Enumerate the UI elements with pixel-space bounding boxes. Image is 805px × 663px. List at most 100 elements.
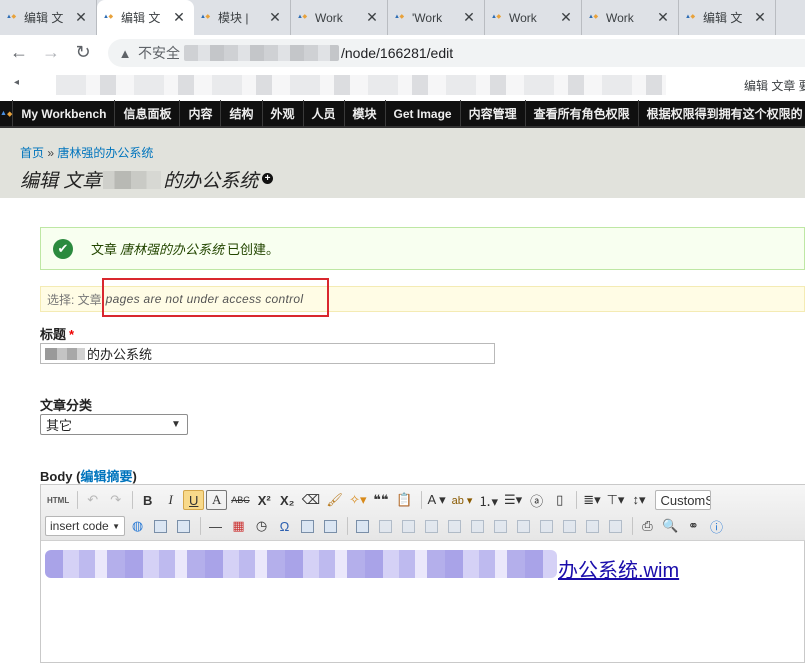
subscript-button[interactable]: X₂	[277, 490, 298, 510]
browser-tab[interactable]: ▲◆ 模块 | ✕	[194, 0, 291, 35]
admin-menu-permission-users[interactable]: 根据权限得到拥有这个权限的	[639, 100, 805, 127]
ordered-list-icon[interactable]: ⒈▾	[476, 490, 500, 510]
font-color-button[interactable]: A ▾	[426, 490, 448, 510]
rich-text-editor: HTML ↶ ↷ B I U A ABC X² X₂ ⌫ 🖌 ✧▾ ❝❝ 📋 A…	[40, 484, 805, 663]
toolbar-separator	[132, 491, 134, 509]
image-icon[interactable]	[297, 516, 318, 536]
table-split-icon[interactable]	[513, 516, 534, 536]
browser-tab[interactable]: ▲◆ 编辑 文 ✕	[679, 0, 776, 35]
back-arrow-icon[interactable]: ←	[6, 39, 32, 65]
vertical-align-icon[interactable]: ⊤▾	[605, 490, 627, 510]
close-tab-icon[interactable]: ✕	[74, 9, 88, 26]
paste-icon[interactable]: 📋	[394, 490, 415, 510]
strikethrough-button[interactable]: ABC	[229, 490, 252, 510]
align-icon[interactable]: ≣▾	[581, 490, 602, 510]
media-icon[interactable]	[150, 516, 171, 536]
underline-button[interactable]: U	[183, 490, 205, 510]
admin-menu-get-image[interactable]: Get Image	[386, 100, 461, 127]
redacted-title-part	[103, 170, 162, 189]
format-brush-icon[interactable]: 🖌	[324, 490, 345, 510]
eraser-icon[interactable]: ⌫	[300, 490, 322, 510]
binoculars-icon[interactable]: ⚭	[683, 516, 704, 536]
content-link[interactable]: 办公系统.wim	[558, 554, 679, 583]
browser-tab[interactable]: ▲◆ 编辑 文 ✕	[0, 0, 97, 35]
image-gallery-icon[interactable]	[320, 516, 341, 536]
table-merge-icon[interactable]	[490, 516, 511, 536]
edit-summary-link[interactable]: 编辑摘要	[80, 469, 132, 484]
warning-triangle-icon[interactable]: ▲	[118, 46, 132, 61]
table-icon[interactable]	[352, 516, 373, 536]
format-style-combo[interactable]: CustomSt	[655, 490, 712, 510]
table-delete-col-icon[interactable]	[467, 516, 488, 536]
bookmark-item[interactable]: 编辑 文章 要	[744, 77, 805, 94]
source-html-button[interactable]: HTML	[45, 490, 71, 510]
table-border-icon[interactable]	[559, 516, 580, 536]
horizontal-rule-icon[interactable]: —	[205, 516, 226, 536]
status-node-link[interactable]: 唐林强的办公系统	[120, 239, 224, 258]
italic-button[interactable]: I	[160, 490, 181, 510]
print-icon[interactable]: ⎙	[637, 516, 658, 536]
browser-tab-active[interactable]: ▲◆ 编辑 文 ✕	[97, 0, 194, 35]
admin-menu-appearance[interactable]: 外观	[263, 100, 304, 127]
admin-menu-role-permissions[interactable]: 查看所有角色权限	[526, 100, 639, 127]
insert-code-combo[interactable]: insert code ▼	[45, 516, 125, 536]
table-props-icon[interactable]	[536, 516, 557, 536]
admin-menu-workbench[interactable]: My Workbench	[13, 100, 116, 127]
close-tab-icon[interactable]: ✕	[268, 9, 282, 26]
page-icon[interactable]	[605, 516, 626, 536]
superscript-button[interactable]: X²	[254, 490, 275, 510]
blockquote-button[interactable]: ❝❝	[371, 490, 392, 510]
address-bar[interactable]: ▲ 不安全 /node/166281/edit	[108, 39, 805, 67]
close-tab-icon[interactable]: ✕	[656, 9, 670, 26]
table-insert-row-icon[interactable]	[421, 516, 442, 536]
browser-tabstrip: ▲◆ 编辑 文 ✕ ▲◆ 编辑 文 ✕ ▲◆ 模块 | ✕ ▲◆ Work ✕ ▲◆ 'Work ✕…	[0, 0, 805, 35]
close-tab-icon[interactable]: ✕	[365, 9, 379, 26]
admin-menu-structure[interactable]: 结构	[221, 100, 263, 127]
admin-menu-people[interactable]: 人员	[304, 100, 345, 127]
calendar-icon[interactable]: ▦	[228, 516, 249, 536]
anchor-icon[interactable]: ⓐ	[526, 490, 547, 510]
unordered-list-icon[interactable]: ☰▾	[502, 490, 524, 510]
add-shortcut-icon[interactable]: +	[262, 173, 273, 184]
search-icon[interactable]: 🔍	[660, 516, 681, 536]
title-input[interactable]: 的办公系统	[40, 343, 495, 364]
globe-icon[interactable]: ◍	[127, 516, 148, 536]
close-tab-icon[interactable]: ✕	[753, 9, 767, 26]
close-tab-icon[interactable]: ✕	[559, 9, 573, 26]
admin-menu-dashboard[interactable]: 信息面板	[115, 100, 181, 127]
help-icon[interactable]: ⓘ	[706, 516, 727, 536]
reload-icon[interactable]: ↻	[70, 39, 96, 65]
magic-wand-icon[interactable]: ✧▾	[347, 490, 368, 510]
breadcrumb-home-link[interactable]: 首页	[20, 146, 44, 160]
text-box-button[interactable]: A	[206, 490, 228, 510]
close-tab-icon[interactable]: ✕	[172, 9, 186, 26]
forward-arrow-icon[interactable]: →	[38, 39, 64, 65]
browser-tab[interactable]: ▲◆ Work ✕	[485, 0, 582, 35]
clock-icon[interactable]: ◷	[251, 516, 272, 536]
admin-menu-modules[interactable]: 模块	[345, 100, 386, 127]
table-insert-col-icon[interactable]	[444, 516, 465, 536]
editor-toolbar: HTML ↶ ↷ B I U A ABC X² X₂ ⌫ 🖌 ✧▾ ❝❝ 📋 A…	[41, 485, 805, 541]
video-icon[interactable]	[173, 516, 194, 536]
category-select[interactable]: 其它 ▼	[40, 414, 188, 435]
table-row-icon[interactable]	[398, 516, 419, 536]
browser-tab[interactable]: ▲◆ Work ✕	[582, 0, 679, 35]
table-cell-icon[interactable]	[375, 516, 396, 536]
bold-button[interactable]: B	[137, 490, 158, 510]
highlight-color-button[interactable]: ab ▾	[450, 490, 475, 510]
browser-tab[interactable]: ▲◆ 'Work ✕	[388, 0, 485, 35]
close-tab-icon[interactable]: ✕	[462, 9, 476, 26]
page-break-icon[interactable]: ▯	[549, 490, 570, 510]
site-logo-icon[interactable]: ▲ ◆	[0, 100, 14, 127]
admin-menu-content[interactable]: 内容	[180, 100, 222, 127]
bookmark-folder-icon[interactable]: ◂	[14, 77, 24, 91]
editor-content-area[interactable]: 办公系统.wim	[41, 542, 805, 663]
browser-tab[interactable]: ▲◆ Work ✕	[291, 0, 388, 35]
line-spacing-icon[interactable]: ↕▾	[628, 490, 649, 510]
admin-menu-content-manage[interactable]: 内容管理	[461, 100, 526, 127]
undo-icon[interactable]: ↶	[82, 490, 103, 510]
special-char-button[interactable]: Ω	[274, 516, 295, 536]
breadcrumb-current-link[interactable]: 唐林强的办公系统	[57, 146, 153, 160]
redo-icon[interactable]: ↷	[105, 490, 126, 510]
table-delete-icon[interactable]	[582, 516, 603, 536]
